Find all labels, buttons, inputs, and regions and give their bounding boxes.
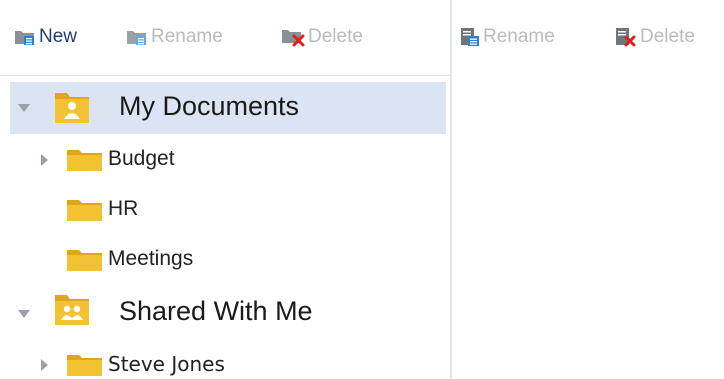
delete-file-label: Delete [640, 26, 695, 47]
tree-node-budget[interactable]: Budget [10, 134, 446, 184]
new-folder-icon [14, 28, 36, 46]
folder-toolbar: New Rename Delete [0, 0, 450, 74]
expand-arrow-icon[interactable] [41, 154, 48, 166]
tree-node-label: Meetings [108, 247, 194, 270]
folder-icon [66, 199, 104, 221]
shared-folder-icon [54, 292, 90, 326]
delete-folder-button[interactable]: Delete [281, 24, 363, 50]
file-list-pane [452, 76, 724, 379]
rename-folder-icon [126, 28, 148, 46]
rename-file-label: Rename [483, 26, 555, 47]
new-folder-label: New [39, 26, 78, 47]
collapse-arrow-icon[interactable] [18, 310, 30, 318]
tree-node-shared-with-me[interactable]: Shared With Me [10, 284, 446, 336]
folder-icon [66, 354, 104, 376]
new-folder-button[interactable]: New [14, 24, 77, 50]
tree-node-my-documents[interactable]: My Documents [10, 82, 446, 134]
delete-file-button[interactable]: Delete [615, 24, 695, 50]
tree-node-label: Steve Jones [108, 352, 225, 376]
rename-folder-button[interactable]: Rename [126, 24, 223, 50]
tree-node-label: HR [108, 197, 139, 220]
tree-node-hr[interactable]: HR [10, 184, 446, 234]
user-folder-icon [54, 90, 90, 124]
folder-tree: My Documents Budget HR Meetings Shared W… [0, 76, 450, 379]
collapse-arrow-icon[interactable] [18, 104, 30, 112]
delete-file-icon [615, 27, 637, 47]
folder-icon [66, 149, 104, 171]
tree-node-meetings[interactable]: Meetings [10, 234, 446, 284]
rename-file-icon [460, 27, 480, 47]
folder-icon [66, 249, 104, 271]
tree-node-steve-jones[interactable]: Steve Jones [10, 338, 446, 379]
tree-node-label: Budget [108, 147, 175, 170]
tree-node-label: Shared With Me [119, 296, 313, 326]
rename-file-button[interactable]: Rename [460, 24, 555, 50]
rename-folder-label: Rename [151, 26, 223, 47]
delete-folder-icon [281, 27, 305, 47]
tree-node-label: My Documents [119, 91, 300, 121]
delete-folder-label: Delete [308, 26, 363, 47]
file-toolbar: Rename Delete [452, 0, 724, 74]
expand-arrow-icon[interactable] [41, 359, 48, 371]
